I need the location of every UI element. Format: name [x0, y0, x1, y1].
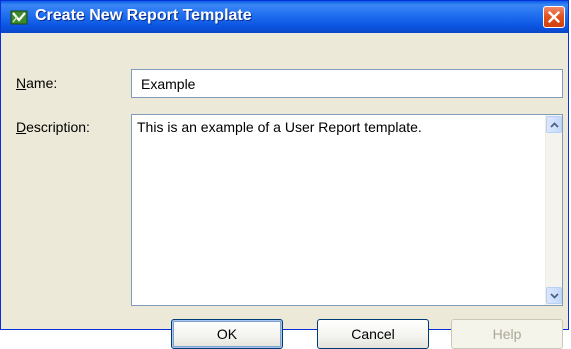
- dialog-body: Name: Description: This is an example of…: [4, 33, 565, 349]
- scroll-up-button[interactable]: [546, 116, 562, 133]
- close-button[interactable]: [543, 6, 565, 28]
- title-bar[interactable]: Create New Report Template: [1, 1, 568, 33]
- report-template-icon: [10, 8, 28, 26]
- name-label-text: ame:: [26, 75, 58, 91]
- create-report-template-dialog: Create New Report Template Name: Descrip…: [0, 0, 569, 349]
- chevron-up-icon: [549, 121, 559, 128]
- window-title: Create New Report Template: [35, 7, 252, 24]
- name-label: Name:: [16, 75, 57, 91]
- help-button: Help: [451, 319, 563, 349]
- cancel-button[interactable]: Cancel: [317, 319, 429, 349]
- scroll-down-button[interactable]: [546, 287, 562, 304]
- ok-button[interactable]: OK: [171, 319, 283, 349]
- description-label-accelerator: D: [16, 119, 27, 135]
- chevron-down-icon: [549, 292, 559, 299]
- description-scrollbar[interactable]: [545, 115, 562, 305]
- close-icon: [548, 11, 560, 23]
- name-label-accelerator: N: [16, 75, 27, 91]
- description-textarea[interactable]: This is an example of a User Report temp…: [131, 114, 563, 306]
- name-field[interactable]: [131, 69, 563, 98]
- description-label: Description:: [16, 119, 90, 135]
- description-text[interactable]: This is an example of a User Report temp…: [137, 119, 540, 305]
- description-label-text: escription:: [26, 119, 90, 135]
